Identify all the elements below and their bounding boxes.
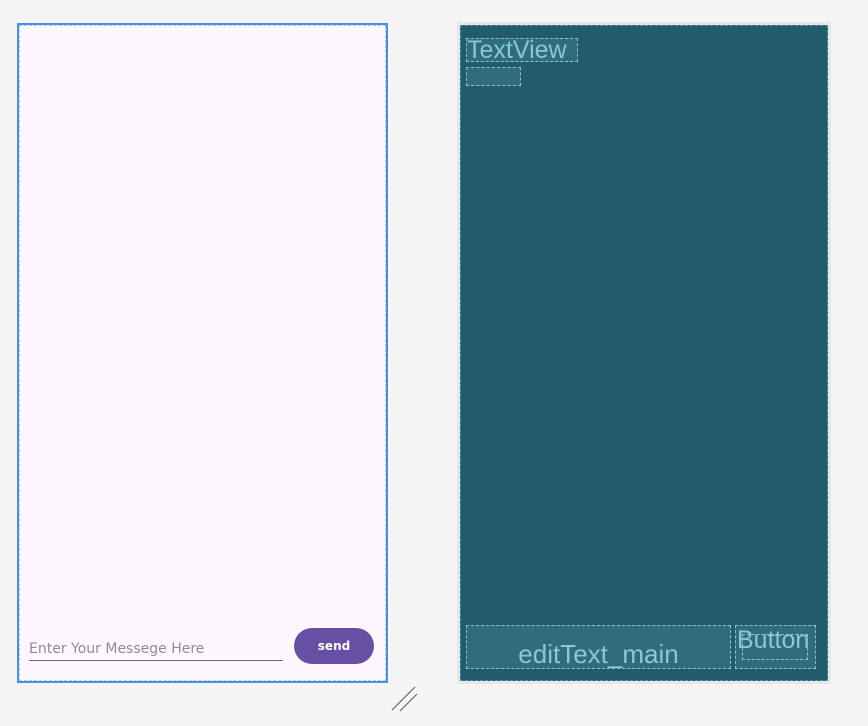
- design-preview[interactable]: send: [17, 23, 388, 683]
- blueprint-edittext-main[interactable]: editText_main: [466, 625, 731, 669]
- resize-handle-icon-graphic: [391, 686, 418, 712]
- blueprint-button-inner-outline: [742, 634, 808, 660]
- blueprint-preview[interactable]: TextView editText_main Button: [457, 22, 831, 684]
- blueprint-button[interactable]: Button: [735, 625, 816, 669]
- blueprint-textview[interactable]: TextView: [466, 38, 578, 62]
- blueprint-empty-view[interactable]: [466, 67, 521, 86]
- send-button[interactable]: send: [294, 628, 374, 664]
- resize-handle-icon[interactable]: [390, 684, 420, 714]
- blueprint-root-outline: [460, 25, 828, 681]
- message-input[interactable]: [29, 633, 283, 661]
